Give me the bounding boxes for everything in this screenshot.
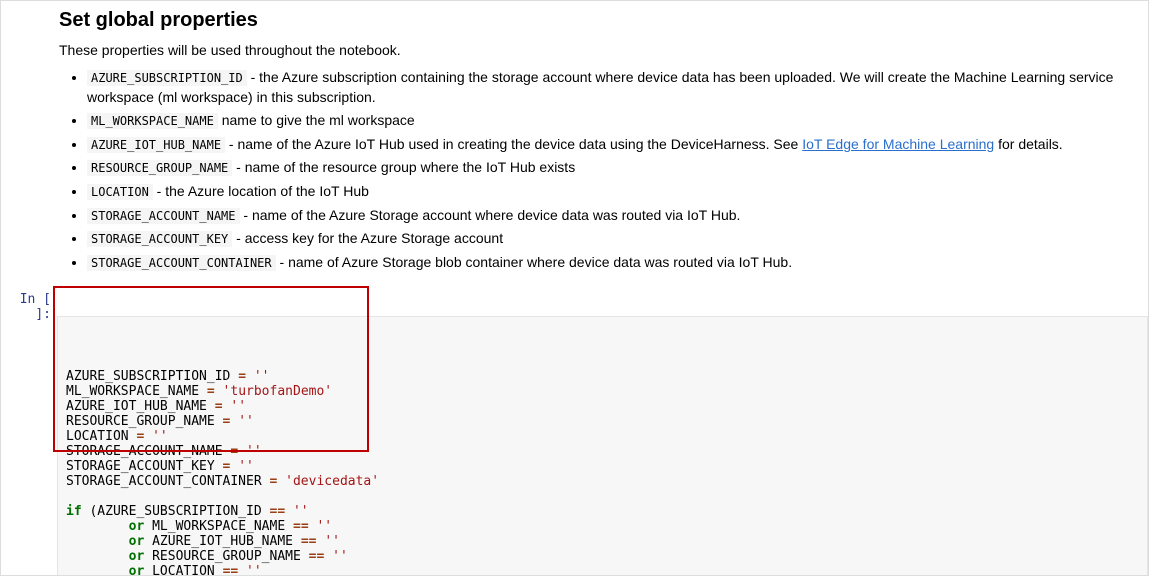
- property-list-item: ML_WORKSPACE_NAME name to give the ml wo…: [87, 111, 1148, 131]
- notebook-container: Set global properties These properties w…: [0, 0, 1149, 576]
- property-code: AZURE_SUBSCRIPTION_ID: [87, 70, 247, 86]
- property-code: ML_WORKSPACE_NAME: [87, 113, 218, 129]
- property-code: STORAGE_ACCOUNT_CONTAINER: [87, 255, 276, 271]
- property-list: AZURE_SUBSCRIPTION_ID - the Azure subscr…: [59, 68, 1148, 272]
- property-list-item: STORAGE_ACCOUNT_CONTAINER - name of Azur…: [87, 253, 1148, 273]
- property-code: RESOURCE_GROUP_NAME: [87, 160, 232, 176]
- code-cell[interactable]: In [ ]: AZURE_SUBSCRIPTION_ID = '' ML_WO…: [1, 286, 1148, 576]
- input-prompt: In [ ]:: [1, 286, 57, 322]
- property-code: STORAGE_ACCOUNT_NAME: [87, 208, 240, 224]
- property-list-item: LOCATION - the Azure location of the IoT…: [87, 182, 1148, 202]
- section-title: Set global properties: [59, 9, 1148, 32]
- markdown-cell: Set global properties These properties w…: [1, 9, 1148, 286]
- property-list-item: AZURE_IOT_HUB_NAME - name of the Azure I…: [87, 135, 1148, 155]
- code-input-area[interactable]: AZURE_SUBSCRIPTION_ID = '' ML_WORKSPACE_…: [57, 316, 1148, 576]
- property-list-item: STORAGE_ACCOUNT_NAME - name of the Azure…: [87, 206, 1148, 226]
- property-list-item: AZURE_SUBSCRIPTION_ID - the Azure subscr…: [87, 68, 1148, 107]
- docs-link[interactable]: IoT Edge for Machine Learning: [802, 136, 994, 152]
- property-code: LOCATION: [87, 184, 153, 200]
- property-list-item: RESOURCE_GROUP_NAME - name of the resour…: [87, 158, 1148, 178]
- section-description: These properties will be used throughout…: [59, 42, 1148, 58]
- property-code: STORAGE_ACCOUNT_KEY: [87, 231, 232, 247]
- property-list-item: STORAGE_ACCOUNT_KEY - access key for the…: [87, 229, 1148, 249]
- property-code: AZURE_IOT_HUB_NAME: [87, 137, 225, 153]
